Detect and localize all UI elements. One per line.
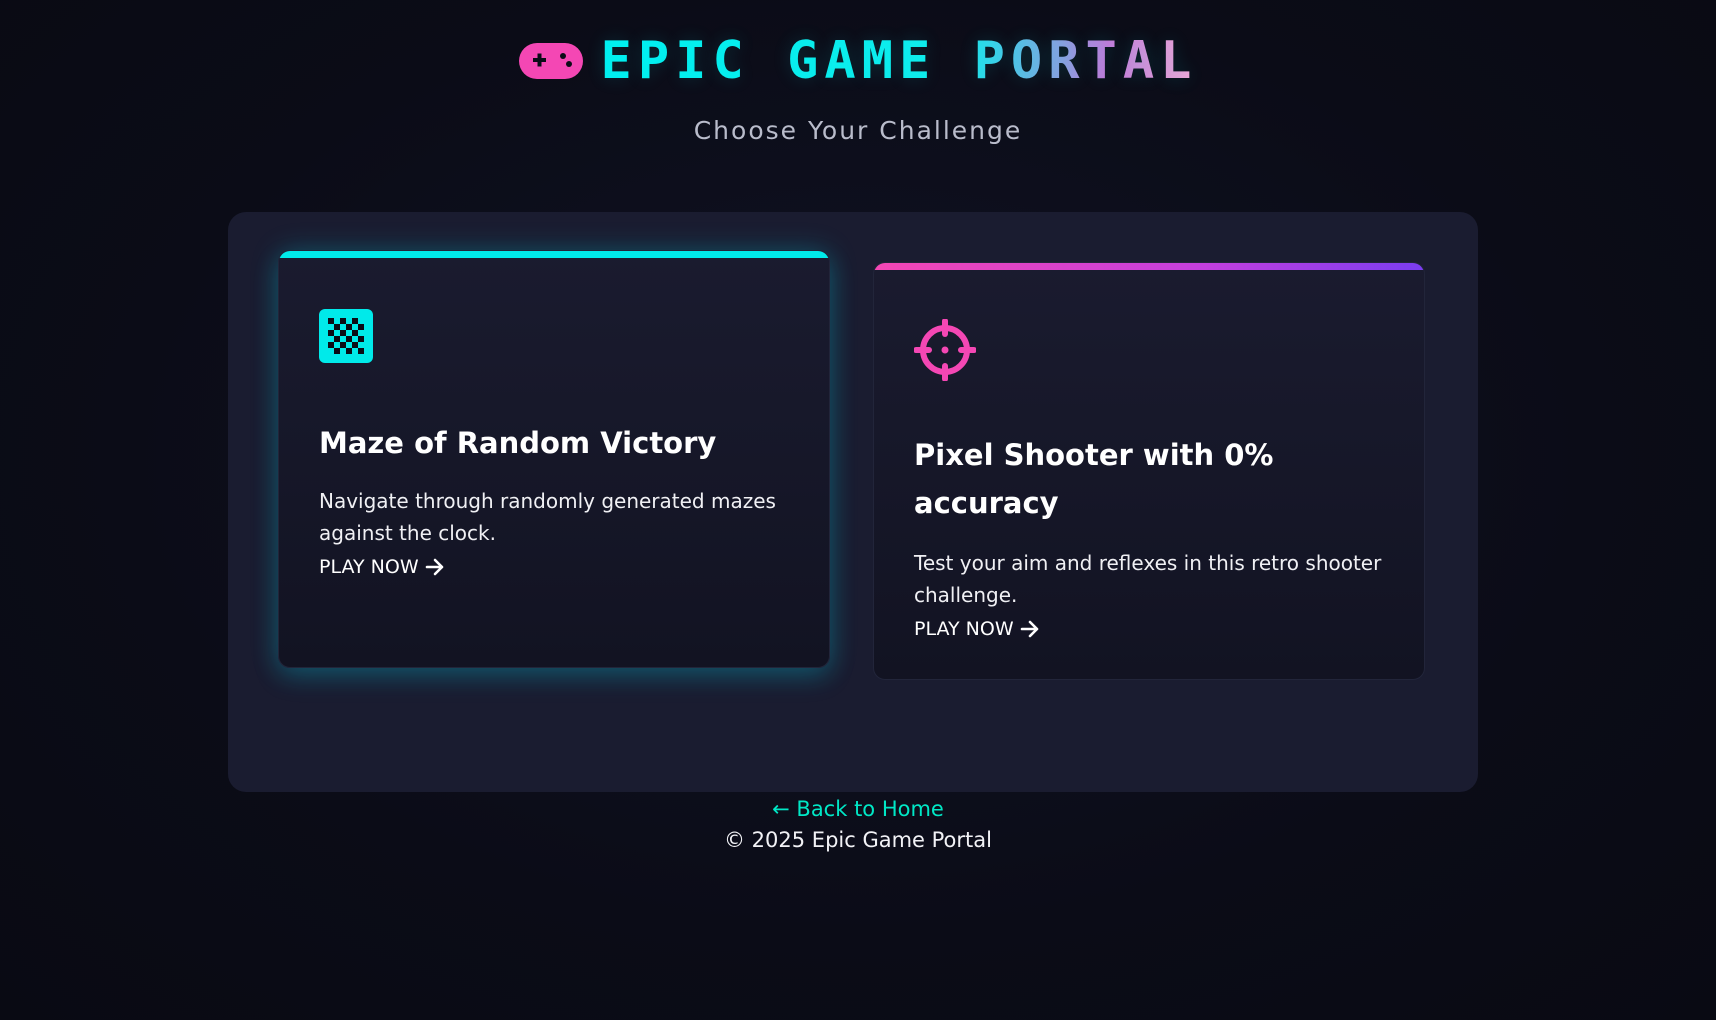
back-to-home-link[interactable]: ← Back to Home xyxy=(772,797,944,821)
game-card-maze[interactable]: Maze of Random Victory Navigate through … xyxy=(278,250,830,668)
card-title: Pixel Shooter with 0% accuracy xyxy=(914,438,1274,520)
crosshair-icon xyxy=(914,319,976,381)
games-panel: Maze of Random Victory Navigate through … xyxy=(228,212,1478,792)
card-title: Maze of Random Victory xyxy=(319,426,717,460)
card-description: Navigate through randomly generated maze… xyxy=(319,489,776,545)
back-to-home-container: ← Back to Home xyxy=(0,795,1716,823)
checkerboard-icon xyxy=(319,309,373,363)
play-now-link[interactable]: PLAY NOW xyxy=(914,616,1040,642)
game-card-shooter[interactable]: Pixel Shooter with 0% accuracy Test your… xyxy=(873,262,1425,680)
card-accent-bar xyxy=(279,251,829,258)
arrow-right-icon xyxy=(425,558,443,576)
site-header: EPIC GAME PORTAL xyxy=(0,28,1716,94)
play-now-link[interactable]: PLAY NOW xyxy=(319,554,445,580)
arrow-right-icon xyxy=(1020,620,1038,638)
copyright-text: © 2025 Epic Game Portal xyxy=(724,828,992,852)
play-now-label: PLAY NOW xyxy=(319,556,419,578)
page-subtitle: Choose Your Challenge xyxy=(693,116,1023,145)
card-description: Test your aim and reflexes in this retro… xyxy=(914,551,1382,607)
gamepad-icon xyxy=(518,43,583,79)
card-accent-bar xyxy=(874,263,1424,270)
page-title: EPIC GAME PORTAL xyxy=(601,28,1198,94)
play-now-label: PLAY NOW xyxy=(914,618,1014,640)
